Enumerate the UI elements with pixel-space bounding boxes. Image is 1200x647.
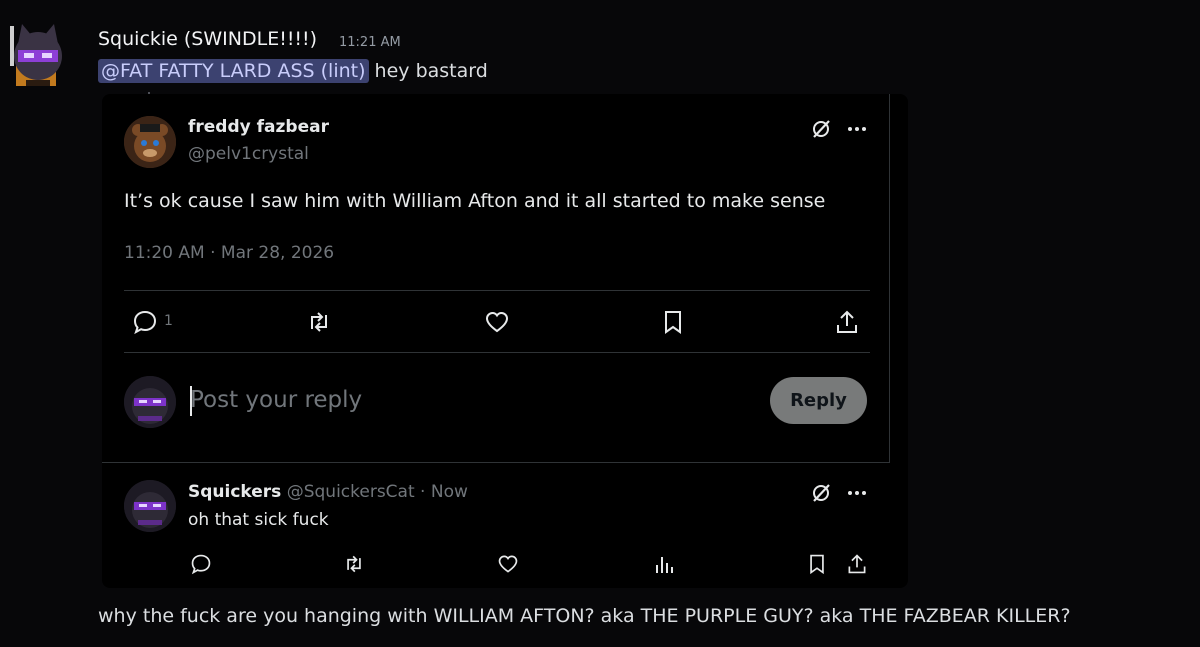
reply-button[interactable]: Reply — [770, 377, 867, 424]
message-text: hey bastard — [368, 60, 488, 82]
composer-avatar — [124, 376, 176, 428]
message-timestamp: 11:21 AM — [339, 35, 401, 50]
retweet-icon[interactable] — [306, 309, 332, 335]
reply-author-name[interactable]: Squickers — [188, 482, 281, 502]
message-content: @FAT FATTY LARD ASS (lint) hey bastard — [98, 59, 488, 83]
followup-message: why the fuck are you hanging with WILLIA… — [98, 605, 1071, 627]
reply-icon[interactable] — [190, 553, 212, 575]
bookmark-icon[interactable] — [660, 309, 686, 335]
reply-count: 1 — [164, 313, 173, 329]
author-avatar[interactable] — [6, 20, 70, 92]
retweet-icon[interactable] — [343, 553, 365, 575]
user-mention[interactable]: @FAT FATTY LARD ASS (lint) — [98, 59, 369, 83]
divider — [124, 352, 870, 353]
grok-icon[interactable] — [810, 118, 832, 140]
reply-header: Squickers @SquickersCat · Now — [188, 482, 468, 502]
reply-input[interactable] — [190, 380, 750, 420]
tweet-author-avatar[interactable] — [124, 116, 176, 168]
grok-icon[interactable] — [810, 482, 832, 504]
share-icon[interactable] — [834, 309, 860, 335]
bookmark-icon[interactable] — [806, 553, 828, 575]
divider — [102, 462, 890, 463]
share-icon[interactable] — [846, 553, 868, 575]
text-caret — [190, 386, 192, 416]
tweet-timestamp[interactable]: 11:20 AM · Mar 28, 2026 — [124, 243, 334, 263]
reply-author-handle[interactable]: @SquickersCat · Now — [281, 482, 468, 502]
tweet-text: It’s ok cause I saw him with William Aft… — [124, 190, 826, 212]
tweet-author-handle[interactable]: @pelv1crystal — [188, 144, 309, 164]
divider — [124, 290, 870, 291]
tweet-author-name[interactable]: freddy fazbear — [188, 117, 329, 137]
heart-icon[interactable] — [484, 309, 510, 335]
divider — [889, 94, 890, 463]
author-name[interactable]: Squickie (SWINDLE!!!!) — [98, 28, 317, 50]
more-icon[interactable] — [846, 120, 868, 138]
heart-icon[interactable] — [497, 553, 519, 575]
reply-text: oh that sick fuck — [188, 510, 329, 530]
more-icon[interactable] — [846, 484, 868, 502]
reply-icon[interactable] — [132, 309, 158, 335]
views-icon[interactable] — [653, 553, 675, 575]
reply-author-avatar[interactable] — [124, 480, 176, 532]
